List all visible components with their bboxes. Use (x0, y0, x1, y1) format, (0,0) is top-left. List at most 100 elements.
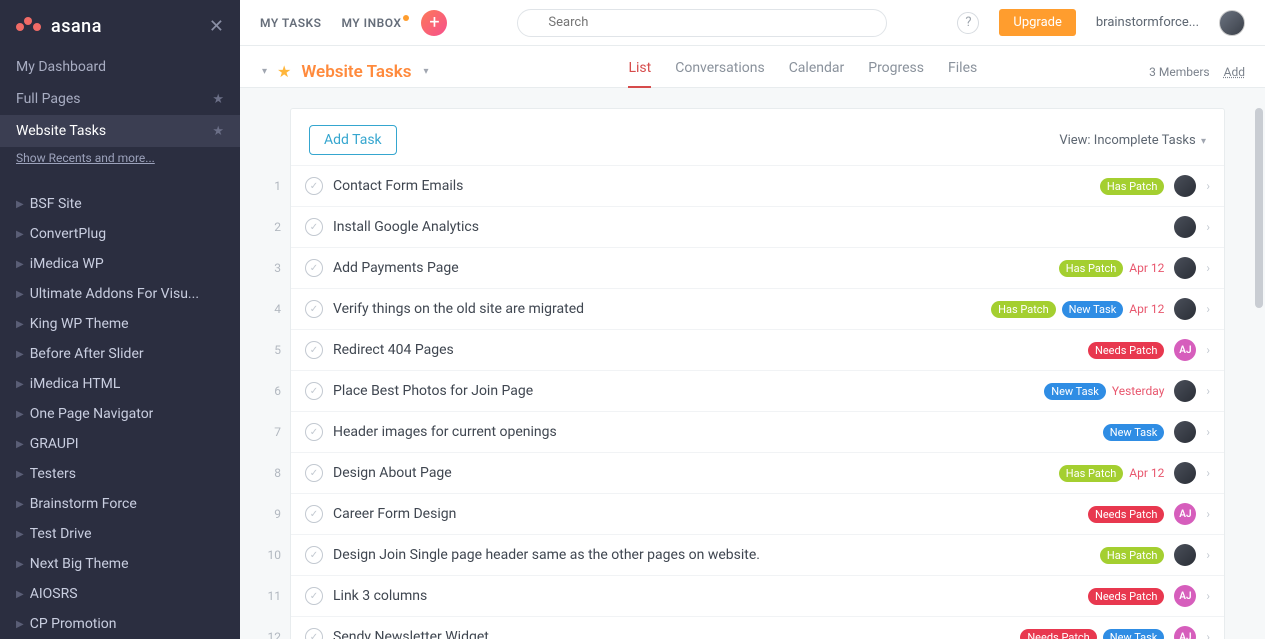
complete-checkbox[interactable]: ✓ (305, 218, 323, 236)
task-row[interactable]: 1✓Contact Form EmailsHas Patch› (291, 165, 1224, 206)
task-row[interactable]: 7✓Header images for current openingsNew … (291, 411, 1224, 452)
help-icon[interactable]: ? (957, 12, 979, 34)
complete-checkbox[interactable]: ✓ (305, 300, 323, 318)
task-row[interactable]: 9✓Career Form DesignNeeds PatchAJ› (291, 493, 1224, 534)
members-count[interactable]: 3 Members (1149, 65, 1209, 79)
tag[interactable]: Needs Patch (1088, 588, 1164, 605)
logo[interactable]: asana (16, 16, 102, 37)
task-row[interactable]: 2✓Install Google Analytics› (291, 206, 1224, 247)
tab-conversations[interactable]: Conversations (675, 60, 764, 86)
view-filter[interactable]: View: Incomplete Tasks ▾ (1059, 133, 1206, 148)
sidebar-item-website-tasks[interactable]: Website Tasks★ (0, 115, 240, 147)
sidebar-project-item[interactable]: ▶Ultimate Addons For Visu... (0, 279, 240, 309)
assignee-avatar[interactable]: AJ (1174, 503, 1196, 525)
task-row[interactable]: 11✓Link 3 columnsNeeds PatchAJ› (291, 575, 1224, 616)
chevron-right-icon[interactable]: › (1206, 425, 1210, 439)
assignee-avatar[interactable] (1174, 216, 1196, 238)
collapse-icon[interactable]: ▾ (262, 66, 267, 77)
tag[interactable]: Needs Patch (1020, 629, 1096, 639)
star-icon[interactable]: ★ (212, 92, 224, 107)
upgrade-button[interactable]: Upgrade (999, 9, 1075, 36)
assignee-avatar[interactable] (1174, 380, 1196, 402)
tag[interactable]: New Task (1044, 383, 1106, 400)
chevron-right-icon[interactable]: › (1206, 302, 1210, 316)
tab-files[interactable]: Files (948, 60, 977, 86)
show-recents-link[interactable]: Show Recents and more... (0, 147, 240, 175)
tab-list[interactable]: List (628, 60, 651, 88)
complete-checkbox[interactable]: ✓ (305, 382, 323, 400)
complete-checkbox[interactable]: ✓ (305, 505, 323, 523)
complete-checkbox[interactable]: ✓ (305, 587, 323, 605)
assignee-avatar[interactable] (1174, 298, 1196, 320)
username-label[interactable]: brainstormforce... (1096, 15, 1199, 30)
chevron-right-icon[interactable]: › (1206, 220, 1210, 234)
complete-checkbox[interactable]: ✓ (305, 259, 323, 277)
assignee-avatar[interactable] (1174, 257, 1196, 279)
sidebar-project-item[interactable]: ▶King WP Theme (0, 309, 240, 339)
sidebar-project-item[interactable]: ▶AIOSRS (0, 579, 240, 609)
complete-checkbox[interactable]: ✓ (305, 464, 323, 482)
sidebar-project-item[interactable]: ▶GRAUPI (0, 429, 240, 459)
task-row[interactable]: 5✓Redirect 404 PagesNeeds PatchAJ› (291, 329, 1224, 370)
chevron-right-icon[interactable]: › (1206, 179, 1210, 193)
star-filled-icon[interactable]: ★ (277, 62, 291, 81)
chevron-right-icon[interactable]: › (1206, 384, 1210, 398)
sidebar-project-item[interactable]: ▶iMedica WP (0, 249, 240, 279)
sidebar-item-full-pages[interactable]: Full Pages★ (0, 83, 240, 115)
assignee-avatar[interactable] (1174, 421, 1196, 443)
task-row[interactable]: 3✓Add Payments PageHas PatchApr 12› (291, 247, 1224, 288)
assignee-avatar[interactable]: AJ (1174, 585, 1196, 607)
sidebar-project-item[interactable]: ▶Brainstorm Force (0, 489, 240, 519)
task-row[interactable]: 10✓Design Join Single page header same a… (291, 534, 1224, 575)
sidebar-project-item[interactable]: ▶Before After Slider (0, 339, 240, 369)
tag[interactable]: Needs Patch (1088, 342, 1164, 359)
tag[interactable]: Has Patch (991, 301, 1056, 318)
task-row[interactable]: 8✓Design About PageHas PatchApr 12› (291, 452, 1224, 493)
chevron-right-icon[interactable]: › (1206, 507, 1210, 521)
sidebar-project-item[interactable]: ▶One Page Navigator (0, 399, 240, 429)
tag[interactable]: Has Patch (1059, 465, 1124, 482)
task-row[interactable]: 6✓Place Best Photos for Join PageNew Tas… (291, 370, 1224, 411)
sidebar-project-item[interactable]: ▶ConvertPlug (0, 219, 240, 249)
assignee-avatar[interactable]: AJ (1174, 339, 1196, 361)
tag[interactable]: New Task (1103, 424, 1165, 441)
complete-checkbox[interactable]: ✓ (305, 628, 323, 639)
close-sidebar-icon[interactable]: ✕ (209, 16, 224, 37)
scrollbar[interactable] (1255, 108, 1263, 308)
assignee-avatar[interactable] (1174, 175, 1196, 197)
search-input[interactable] (517, 9, 887, 37)
sidebar-project-item[interactable]: ▶Testers (0, 459, 240, 489)
sidebar-item-dashboard[interactable]: My Dashboard (0, 51, 240, 83)
complete-checkbox[interactable]: ✓ (305, 341, 323, 359)
tag[interactable]: Has Patch (1100, 547, 1165, 564)
sidebar-project-item[interactable]: ▶CP Promotion (0, 609, 240, 639)
chevron-right-icon[interactable]: › (1206, 261, 1210, 275)
sidebar-project-item[interactable]: ▶BSF Site (0, 189, 240, 219)
assignee-avatar[interactable] (1174, 544, 1196, 566)
tag[interactable]: Has Patch (1100, 178, 1165, 195)
chevron-right-icon[interactable]: › (1206, 589, 1210, 603)
tab-calendar[interactable]: Calendar (789, 60, 845, 86)
assignee-avatar[interactable] (1174, 462, 1196, 484)
chevron-right-icon[interactable]: › (1206, 343, 1210, 357)
sidebar-project-item[interactable]: ▶iMedica HTML (0, 369, 240, 399)
tag[interactable]: Has Patch (1059, 260, 1124, 277)
user-avatar[interactable] (1219, 10, 1245, 36)
chevron-down-icon[interactable]: ▾ (423, 66, 428, 77)
complete-checkbox[interactable]: ✓ (305, 177, 323, 195)
add-task-button[interactable]: Add Task (309, 125, 397, 155)
task-row[interactable]: 12✓Sendy Newsletter WidgetNeeds PatchNew… (291, 616, 1224, 639)
nav-my-inbox[interactable]: MY INBOX (341, 16, 401, 30)
tag[interactable]: Needs Patch (1088, 506, 1164, 523)
assignee-avatar[interactable]: AJ (1174, 626, 1196, 639)
complete-checkbox[interactable]: ✓ (305, 546, 323, 564)
add-button[interactable]: + (421, 10, 447, 36)
add-member-link[interactable]: Add (1224, 65, 1245, 79)
tag[interactable]: New Task (1103, 629, 1165, 639)
nav-my-tasks[interactable]: MY TASKS (260, 16, 321, 30)
chevron-right-icon[interactable]: › (1206, 630, 1210, 639)
chevron-right-icon[interactable]: › (1206, 466, 1210, 480)
tag[interactable]: New Task (1062, 301, 1124, 318)
sidebar-project-item[interactable]: ▶Test Drive (0, 519, 240, 549)
chevron-right-icon[interactable]: › (1206, 548, 1210, 562)
